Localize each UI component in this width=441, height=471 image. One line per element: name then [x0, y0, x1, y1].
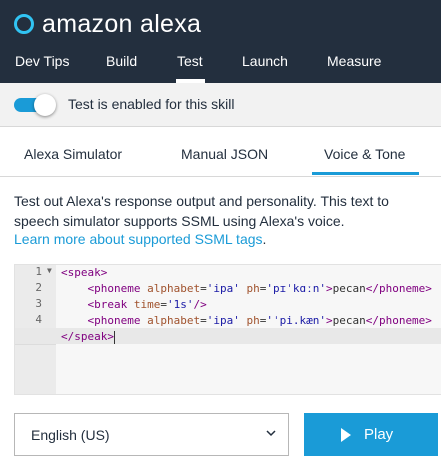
voice-tone-description: Test out Alexa's response output and per…	[14, 193, 389, 229]
code-token: 'ipa'	[206, 314, 240, 327]
chevron-down-icon	[266, 430, 276, 437]
code-token: 'ˈpi.kæn'	[266, 314, 326, 327]
test-enabled-toggle[interactable]	[14, 94, 56, 116]
nav-measure[interactable]: Measure	[327, 53, 381, 69]
code-token: </speak>	[61, 330, 114, 343]
code-line: </speak>	[61, 330, 115, 346]
code-token: time	[133, 298, 161, 311]
code-token: </phoneme>	[365, 314, 432, 327]
code-token: '1s'	[166, 298, 194, 311]
code-line: <phoneme alphabet='ipa' ph='pɪˈkɑːn'>pec…	[61, 282, 432, 298]
simulator-tabs: Alexa Simulator Manual JSON Voice & Tone	[0, 127, 441, 177]
code-token: =	[160, 298, 167, 311]
nav-build[interactable]: Build	[106, 53, 137, 69]
test-toggle-label: Test is enabled for this skill	[68, 96, 235, 112]
code-token: />	[193, 298, 207, 311]
play-icon	[341, 428, 351, 442]
test-toggle-row: Test is enabled for this skill	[0, 83, 441, 127]
text-cursor	[113, 330, 115, 344]
play-button-label: Play	[364, 426, 394, 443]
top-header: amazon alexa Dev Tips Build Test Launch …	[0, 0, 441, 83]
tab-voice-and-tone[interactable]: Voice & Tone	[324, 146, 405, 162]
toggle-knob	[34, 94, 56, 116]
ssml-tags-link[interactable]: Learn more about supported SSML tags	[14, 231, 263, 247]
code-token: >	[325, 282, 333, 295]
tab-manual-json[interactable]: Manual JSON	[181, 146, 268, 162]
nav-dev-tips[interactable]: Dev Tips	[15, 53, 69, 69]
line-number: 3	[35, 297, 42, 310]
code-token: ph	[246, 314, 260, 327]
code-line: <phoneme alphabet='ipa' ph='ˈpi.kæn'>pec…	[61, 314, 432, 330]
line-number: 2	[35, 281, 42, 294]
code-token: pecan	[332, 282, 366, 295]
language-select-value: English (US)	[31, 427, 110, 443]
alexa-ring-icon	[14, 14, 34, 34]
code-token: >	[325, 314, 333, 327]
code-token: <phoneme	[87, 282, 148, 295]
code-token: ph	[246, 282, 260, 295]
code-line: <break time='1s'/>	[61, 298, 207, 314]
code-token: alphabet	[147, 282, 201, 295]
link-suffix: .	[262, 231, 267, 247]
code-line: <speak>	[61, 266, 107, 282]
code-token: </phoneme>	[365, 282, 432, 295]
fold-arrow-icon[interactable]: ▼	[47, 266, 52, 275]
code-token: <break	[87, 298, 134, 311]
brand-name: amazon alexa	[42, 9, 202, 38]
code-token: =	[200, 314, 207, 327]
alexa-logo[interactable]: amazon alexa	[14, 8, 201, 40]
code-token: pecan	[332, 314, 366, 327]
language-select[interactable]: English (US)	[14, 413, 289, 456]
code-token: 'ipa'	[206, 282, 240, 295]
ssml-code-editor[interactable]: 1▼ 2 3 4 5 <speak> <phoneme alphabet='ip…	[14, 264, 441, 395]
learn-more-line: Learn more about supported SSML tags.	[14, 231, 266, 247]
code-token: 'pɪˈkɑːn'	[266, 282, 326, 295]
nav-test[interactable]: Test	[177, 53, 203, 69]
line-number: 1 ▼	[35, 265, 52, 278]
nav-launch[interactable]: Launch	[242, 53, 288, 69]
play-button[interactable]: Play	[304, 413, 438, 456]
code-token: =	[200, 282, 207, 295]
main-nav: Dev Tips Build Test Launch Measure	[0, 46, 441, 83]
code-token: alphabet	[147, 314, 201, 327]
tab-alexa-simulator[interactable]: Alexa Simulator	[24, 146, 122, 162]
line-number: 4	[35, 313, 42, 326]
code-token: <phoneme	[87, 314, 148, 327]
active-tab-indicator	[312, 172, 419, 175]
code-token: <speak>	[61, 266, 108, 279]
